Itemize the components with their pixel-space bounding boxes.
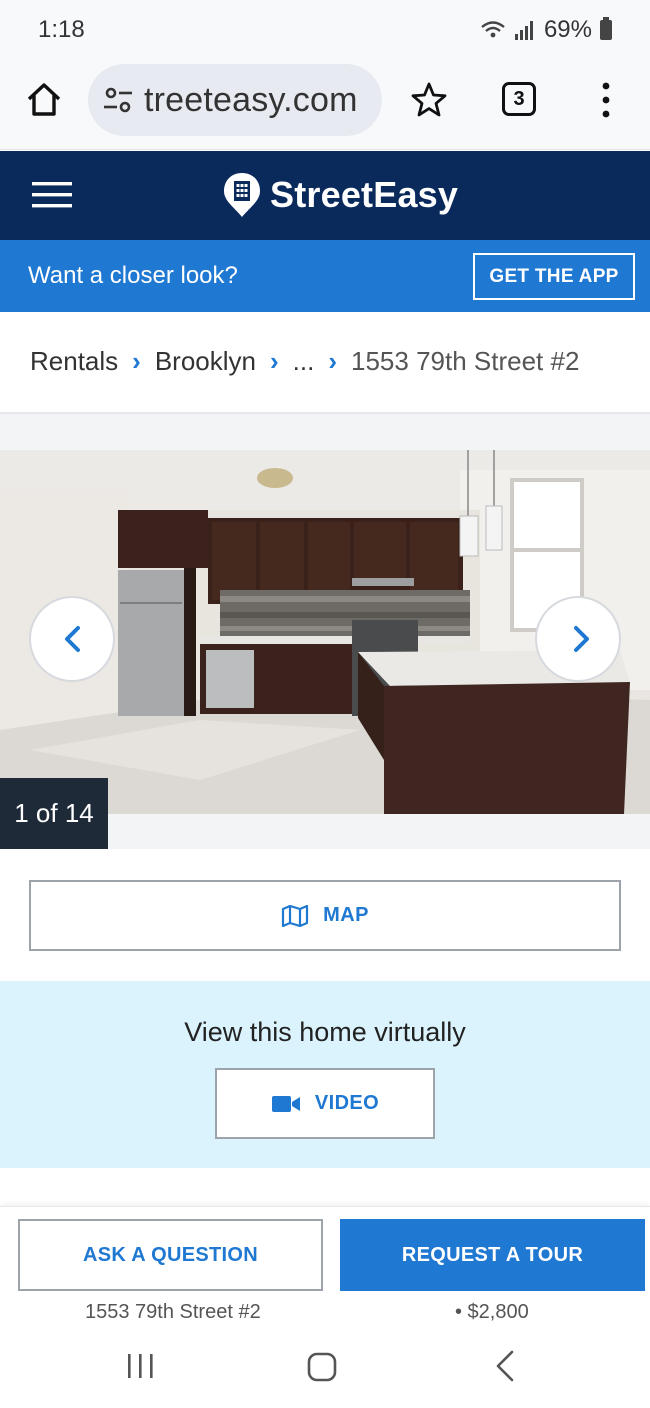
map-button[interactable]: MAP <box>29 880 621 951</box>
streeteasy-logo[interactable]: StreetEasy <box>222 171 458 219</box>
address-bar[interactable]: treeteasy.com <box>88 64 382 136</box>
tab-switcher-button[interactable]: 3 <box>502 82 536 116</box>
back-icon[interactable] <box>494 1350 516 1382</box>
breadcrumb-rentals[interactable]: Rentals <box>30 346 118 377</box>
breadcrumb-ellipsis[interactable]: ... <box>293 346 315 377</box>
chevron-right-icon: › <box>328 346 337 376</box>
wifi-icon <box>481 21 505 38</box>
battery-percent: 69% <box>543 16 592 43</box>
next-photo-button[interactable] <box>535 596 621 682</box>
sticky-action-bar: ASK A QUESTION REQUEST A TOUR 1553 79th … <box>0 1206 650 1332</box>
virtual-title: View this home virtually <box>184 1017 466 1047</box>
breadcrumb: Rentals › Brooklyn › ... › 1553 79th Str… <box>30 346 579 377</box>
photo-counter: 1 of 14 <box>0 778 108 849</box>
android-navigation-bar <box>0 1322 650 1408</box>
app-banner-text: Want a closer look? <box>28 262 238 289</box>
gallery-bottom-band <box>108 814 650 849</box>
logo-text: StreetEasy <box>270 174 459 215</box>
home-icon[interactable] <box>24 80 64 120</box>
gallery-top-band <box>0 414 650 450</box>
virtual-tour-section: View this home virtually VIDEO <box>0 981 650 1168</box>
app-promo-banner: Want a closer look? GET THE APP <box>0 240 650 312</box>
get-the-app-button[interactable]: GET THE APP <box>473 253 635 300</box>
status-bar: 1:18 69% <box>0 0 650 60</box>
chevron-right-icon: › <box>132 346 141 376</box>
chevron-right-icon <box>574 626 589 652</box>
video-button[interactable]: VIDEO <box>215 1068 435 1139</box>
breadcrumb-brooklyn[interactable]: Brooklyn <box>155 346 256 377</box>
battery-icon <box>600 17 612 40</box>
request-tour-button[interactable]: REQUEST A TOUR <box>340 1219 645 1291</box>
android-home-icon[interactable] <box>307 1352 337 1382</box>
building-pin-icon <box>224 173 260 217</box>
status-indicators: 69% <box>480 16 612 44</box>
url-text: treeteasy.com <box>144 81 358 119</box>
bookmark-star-icon[interactable] <box>410 81 448 119</box>
map-label: MAP <box>323 904 369 926</box>
listing-address: 1553 79th Street #2 <box>85 1301 261 1323</box>
menu-icon[interactable] <box>32 179 72 211</box>
chevron-right-icon: › <box>269 346 279 376</box>
more-options-icon[interactable] <box>596 80 616 120</box>
browser-toolbar: treeteasy.com 3 <box>0 60 650 150</box>
ask-question-button[interactable]: ASK A QUESTION <box>18 1219 323 1291</box>
breadcrumb-current: 1553 79th Street #2 <box>351 346 580 376</box>
site-settings-icon[interactable] <box>102 84 134 116</box>
recent-apps-icon[interactable] <box>126 1352 156 1380</box>
map-icon <box>282 904 309 927</box>
video-camera-icon <box>271 1095 300 1112</box>
listing-price: • $2,800 <box>455 1301 529 1323</box>
status-time: 1:18 <box>38 16 85 43</box>
previous-photo-button[interactable] <box>29 596 115 682</box>
chevron-left-icon <box>65 626 80 652</box>
video-label: VIDEO <box>314 1092 380 1114</box>
site-header: StreetEasy <box>0 151 650 240</box>
signal-icon <box>514 21 533 40</box>
